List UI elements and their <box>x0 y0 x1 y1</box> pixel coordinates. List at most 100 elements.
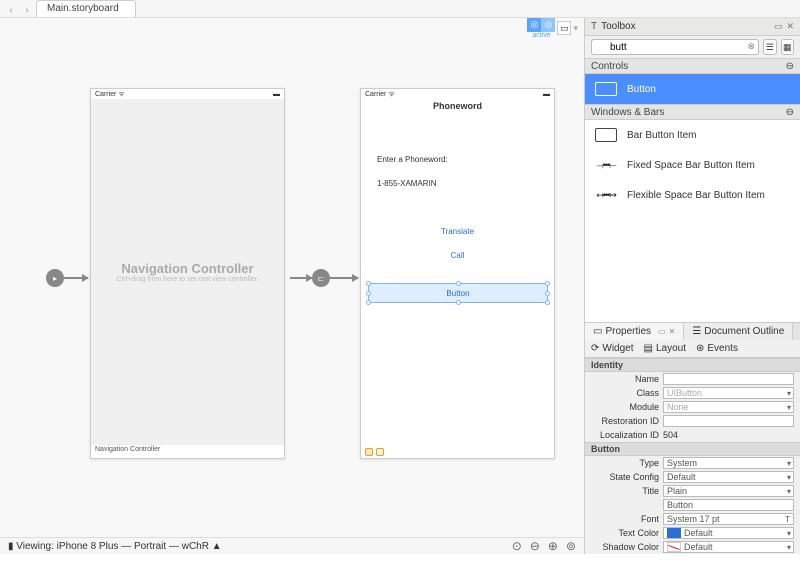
phoneword-textfield[interactable]: 1-855-XAMARIN <box>377 179 537 188</box>
dock-button[interactable]: ▭ <box>774 21 783 32</box>
prop-row-restoration: Restoration ID <box>585 414 800 428</box>
tab-properties-label: Properties <box>605 326 651 337</box>
windows-section-header[interactable]: Windows & Bars ⊖ <box>585 104 800 120</box>
phoneword-body: Phoneword Enter a Phoneword: 1-855-XAMAR… <box>361 99 554 458</box>
state-field[interactable]: Default <box>663 471 794 483</box>
collapse-icon: ⊖ <box>786 107 794 118</box>
resize-handle[interactable] <box>366 300 371 305</box>
type-field[interactable]: System <box>663 457 794 469</box>
nav-controller-subtitle: Ctrl+drag from here to set root view con… <box>116 276 258 283</box>
navigation-controller-scene[interactable]: Carrier ᯤ ▬ Navigation Controller Ctrl+d… <box>90 88 285 459</box>
zoom-out-button[interactable]: ⊖ <box>530 539 540 553</box>
toolbox-item-button[interactable]: Button <box>585 74 800 104</box>
resize-handle[interactable] <box>366 281 371 286</box>
resize-handle[interactable] <box>456 281 461 286</box>
viewcontroller-icon[interactable] <box>365 448 373 456</box>
resize-handle[interactable] <box>545 281 550 286</box>
device-button[interactable]: ▭ <box>557 21 571 35</box>
prop-row-title-type: Title Plain <box>585 484 800 498</box>
font-picker-icon[interactable]: T <box>785 515 790 524</box>
tab-properties[interactable]: ▭ Properties ▭ ✕ <box>585 323 684 340</box>
font-label: Font <box>591 514 659 524</box>
identity-group-header[interactable]: Identity <box>585 358 800 372</box>
toolbox-search-input[interactable] <box>591 39 759 55</box>
zoom-in-button[interactable]: ⊕ <box>548 539 558 553</box>
nav-bar-title: Phoneword <box>361 99 554 115</box>
enter-phoneword-label: Enter a Phoneword: <box>377 155 448 164</box>
resize-handle[interactable] <box>545 300 550 305</box>
subtab-layout[interactable]: ▤ Layout <box>644 343 686 354</box>
prop-row-name: Name <box>585 372 800 386</box>
main-area: ◎ ◎ active ▭ ▾ ▸ ⊏ Carrier ᯤ ▬ <box>0 18 800 554</box>
close-icon[interactable]: ✕ <box>669 327 676 336</box>
phoneword-scene[interactable]: Carrier ᯤ ▬ Phoneword Enter a Phoneword:… <box>360 88 555 459</box>
list-layout-button[interactable]: ☰ <box>763 39 777 55</box>
tab-document-outline[interactable]: ☰ Document Outline <box>684 323 793 340</box>
resize-handle[interactable] <box>366 291 371 296</box>
state-label: State Config <box>591 472 659 482</box>
controls-section-header[interactable]: Controls ⊖ <box>585 58 800 74</box>
toolbox-item-label: Button <box>627 84 656 95</box>
subtab-layout-label: Layout <box>656 343 686 354</box>
font-field[interactable]: System 17 ptT <box>663 513 794 525</box>
controls-list: Button <box>585 74 800 104</box>
bar-button-icon <box>595 128 617 142</box>
viewing-label[interactable]: Viewing: iPhone 8 Plus — Portrait — wChR… <box>16 541 221 552</box>
resize-handle[interactable] <box>545 291 550 296</box>
prop-row-font: Font System 17 ptT <box>585 512 800 526</box>
toolbox-item-fixed-space[interactable]: ⟞•••⟝ Fixed Space Bar Button Item <box>585 150 800 180</box>
shadowcolor-field[interactable]: Default <box>663 541 794 553</box>
first-responder-icon[interactable] <box>376 448 384 456</box>
properties-subtabs: ⟳ Widget ▤ Layout ⊛ Events <box>585 340 800 358</box>
fixed-space-icon: ⟞•••⟝ <box>595 158 617 172</box>
forward-button[interactable]: › <box>20 3 34 17</box>
constraints-mode-button[interactable]: ◎ <box>527 18 541 32</box>
carrier-label: Carrier <box>95 91 116 98</box>
clear-search-button[interactable]: ⊗ <box>747 41 755 52</box>
frames-mode-button[interactable]: ◎ <box>541 18 555 32</box>
resize-handle[interactable] <box>456 300 461 305</box>
title-text-field[interactable]: Button <box>663 499 794 511</box>
zoom-actual-button[interactable]: ⊚ <box>566 539 576 553</box>
shadowcolor-swatch <box>667 542 681 552</box>
title-type-field[interactable]: Plain <box>663 485 794 497</box>
nav-controller-body: Navigation Controller Ctrl+drag from her… <box>91 99 284 444</box>
close-panel-button[interactable]: ✕ <box>786 21 794 32</box>
panel-toggle-icon[interactable]: ▾ <box>573 23 578 34</box>
call-button[interactable]: Call <box>361 251 554 260</box>
title-label: Title <box>591 486 659 496</box>
prop-row-title-text: Button <box>585 498 800 512</box>
restoration-field[interactable] <box>663 415 794 427</box>
subtab-widget[interactable]: ⟳ Widget <box>591 343 634 354</box>
toolbox-item-bar-button[interactable]: Bar Button Item <box>585 120 800 150</box>
new-button-selected[interactable]: Button <box>368 283 548 303</box>
textcolor-field[interactable]: Default <box>663 527 794 539</box>
translate-button[interactable]: Translate <box>361 227 554 236</box>
file-tab[interactable]: Main.storyboard <box>36 0 136 17</box>
subtab-widget-label: Widget <box>602 343 633 354</box>
windows-section-label: Windows & Bars <box>591 107 664 118</box>
class-field[interactable]: UIButton <box>663 387 794 399</box>
zoom-fit-button[interactable]: ⊙ <box>512 539 522 553</box>
toolbox-item-flexible-space[interactable]: ↤•••↦ Flexible Space Bar Button Item <box>585 180 800 210</box>
controls-section-label: Controls <box>591 61 628 72</box>
segue-icon[interactable]: ⊏ <box>312 269 330 287</box>
subtab-events[interactable]: ⊛ Events <box>696 343 738 354</box>
status-bar: Carrier ᯤ ▬ <box>361 89 554 99</box>
button-group-header[interactable]: Button <box>585 442 800 456</box>
segue-arrow-in <box>290 277 312 279</box>
entry-point-icon[interactable]: ▸ <box>46 269 64 287</box>
new-button-label: Button <box>446 289 469 298</box>
shadowcolor-value: Default <box>684 542 713 552</box>
storyboard-canvas[interactable]: ▸ ⊏ Carrier ᯤ ▬ Navigation Controller Ct… <box>0 38 584 537</box>
back-button[interactable]: ‹ <box>4 3 18 17</box>
tab-bar: ‹ › Main.storyboard <box>0 0 800 18</box>
name-field[interactable] <box>663 373 794 385</box>
grid-layout-button[interactable]: ▦ <box>781 39 795 55</box>
module-field[interactable]: None <box>663 401 794 413</box>
name-label: Name <box>591 374 659 384</box>
textcolor-value: Default <box>684 528 713 538</box>
prop-row-class: Class UIButton <box>585 386 800 400</box>
localization-label: Localization ID <box>591 430 659 440</box>
dock-icon[interactable]: ▭ <box>658 327 666 336</box>
